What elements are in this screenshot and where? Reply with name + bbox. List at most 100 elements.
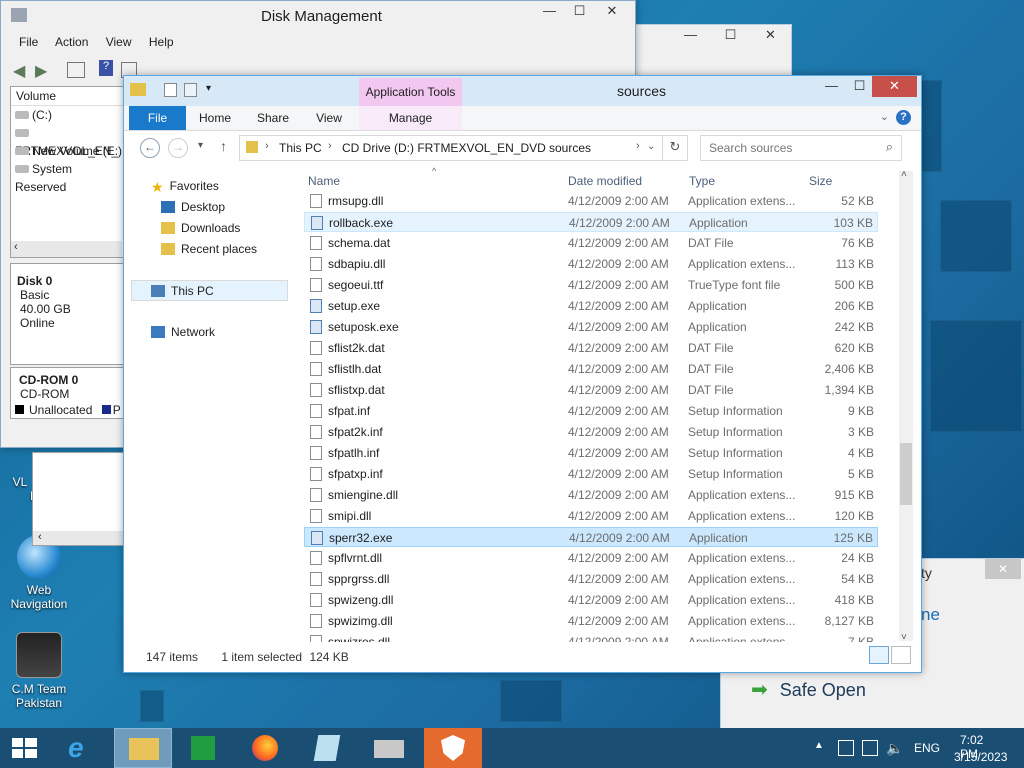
taskbar-disk-management[interactable] <box>360 728 418 768</box>
volume-item[interactable]: (C:) <box>11 106 124 124</box>
details-view-button[interactable] <box>869 646 889 664</box>
help-icon[interactable]: ? <box>896 110 911 125</box>
volume-item[interactable]: FRTMEXVOL_EN_ <box>11 124 124 158</box>
taskbar-notepad[interactable] <box>298 728 356 768</box>
scroll-left-icon[interactable]: ‹ <box>33 531 42 543</box>
forward-icon[interactable]: ▶ <box>35 61 47 81</box>
file-row[interactable]: spwizimg.dll 4/12/2009 2:00 AM Application… <box>304 611 878 631</box>
file-row[interactable]: sfpat2k.inf 4/12/2009 2:00 AM Setup Inform… <box>304 422 878 442</box>
file-row[interactable]: sperr32.exe 4/12/2009 2:00 AM Application 1… <box>304 527 878 547</box>
menu-file[interactable]: File <box>19 35 38 49</box>
volume-column-header[interactable]: Volume <box>11 87 124 106</box>
disk0-panel[interactable]: Disk 0 Basic 40.00 GB Online <box>10 263 125 365</box>
menu-action[interactable]: Action <box>55 35 88 49</box>
new-folder-quick-icon[interactable] <box>184 83 197 97</box>
network-icon[interactable] <box>862 740 878 756</box>
back-icon[interactable]: ◀ <box>13 61 25 81</box>
properties-icon[interactable] <box>67 62 85 78</box>
file-row[interactable]: segoeui.ttf 4/12/2009 2:00 AM TrueType fon… <box>304 275 878 295</box>
maximize-button[interactable]: ☐ <box>566 1 593 22</box>
file-row[interactable]: sdbapiu.dll 4/12/2009 2:00 AM Application … <box>304 254 878 274</box>
volume-item[interactable]: New Volume (E:) <box>11 142 124 160</box>
file-row[interactable]: spwizeng.dll 4/12/2009 2:00 AM Application… <box>304 590 878 610</box>
large-icons-view-button[interactable] <box>891 646 911 664</box>
tab-share[interactable]: Share <box>248 106 298 130</box>
taskbar-internet-explorer[interactable]: e <box>54 728 112 768</box>
file-row[interactable]: sfpat.inf 4/12/2009 2:00 AM Setup Informat… <box>304 401 878 421</box>
file-row[interactable]: smipi.dll 4/12/2009 2:00 AM Application ex… <box>304 506 878 526</box>
breadcrumb-cd-drive[interactable]: CD Drive (D:) FRTMEXVOL_EN_DVD <box>342 141 546 155</box>
column-type[interactable]: Type <box>689 174 715 188</box>
refresh-button[interactable]: ↻ <box>662 135 688 161</box>
nav-downloads[interactable]: Downloads <box>161 218 240 239</box>
taskbar-security-app[interactable] <box>424 728 482 768</box>
recent-locations-chevron-icon[interactable]: ▾ <box>198 140 203 151</box>
file-row[interactable]: rollback.exe 4/12/2009 2:00 AM Application… <box>304 212 878 232</box>
minimize-button[interactable]: — <box>536 1 563 22</box>
file-row[interactable]: spprgrss.dll 4/12/2009 2:00 AM Application… <box>304 569 878 589</box>
breadcrumb-this-pc[interactable]: This PC <box>279 141 322 155</box>
scroll-down-icon[interactable]: ˅ <box>901 632 907 643</box>
close-button[interactable]: ✕ <box>872 76 917 97</box>
menu-help[interactable]: Help <box>149 35 174 49</box>
file-row[interactable]: setuposk.exe 4/12/2009 2:00 AM Application… <box>304 317 878 337</box>
desktop-icon-cm-team[interactable]: C.M Team Pakistan <box>4 632 74 710</box>
maximize-button[interactable]: ☐ <box>717 25 744 46</box>
back-button[interactable]: ← <box>140 138 160 158</box>
scroll-thumb[interactable] <box>900 443 912 505</box>
volume-icon[interactable]: 🔈 <box>886 740 903 757</box>
file-row[interactable]: sflistlh.dat 4/12/2009 2:00 AM DAT File 2,4… <box>304 359 878 379</box>
properties-quick-icon[interactable] <box>164 83 177 97</box>
language-indicator[interactable]: ENG <box>914 741 940 755</box>
nav-this-pc[interactable]: This PC <box>131 280 288 301</box>
volume-item[interactable]: System Reserved <box>11 160 124 194</box>
nav-favorites[interactable]: ★ Favorites <box>151 176 219 197</box>
chevron-down-icon[interactable]: ▾ <box>206 83 211 94</box>
chevron-up-icon[interactable]: ▲ <box>814 740 824 751</box>
file-row[interactable]: rmsupg.dll 4/12/2009 2:00 AM Application e… <box>304 192 878 211</box>
breadcrumb-sources[interactable]: sources <box>549 141 591 155</box>
safe-open-button[interactable]: ➡ Safe Open <box>751 677 866 702</box>
close-button[interactable]: ✕ <box>757 25 784 46</box>
desktop-icon-web-navigation[interactable]: Web Navigation <box>4 535 74 611</box>
file-row[interactable]: setup.exe 4/12/2009 2:00 AM Application 206… <box>304 296 878 316</box>
file-row[interactable]: sflist2k.dat 4/12/2009 2:00 AM DAT File 620… <box>304 338 878 358</box>
file-row[interactable]: spflvrnt.dll 4/12/2009 2:00 AM Application… <box>304 548 878 568</box>
file-row[interactable]: sfpatxp.inf 4/12/2009 2:00 AM Setup Inform… <box>304 464 878 484</box>
search-box[interactable]: Search sources ⌕ <box>700 135 902 161</box>
nav-recent-places[interactable]: Recent places <box>161 239 257 260</box>
menu-view[interactable]: View <box>106 35 132 49</box>
start-button[interactable] <box>0 728 50 768</box>
minimize-button[interactable]: — <box>818 76 845 97</box>
close-button[interactable]: ✕ <box>985 559 1021 579</box>
taskbar-store[interactable] <box>174 728 232 768</box>
close-button[interactable]: ✕ <box>591 1 633 22</box>
chevron-down-icon[interactable]: ⌄ <box>647 141 655 152</box>
tab-view[interactable]: View <box>304 106 354 130</box>
horizontal-scrollbar[interactable]: ‹ <box>11 241 122 257</box>
file-row[interactable]: smiengine.dll 4/12/2009 2:00 AM Applicatio… <box>304 485 878 505</box>
column-name[interactable]: Name <box>308 174 340 188</box>
action-center-icon[interactable] <box>838 740 854 756</box>
scroll-up-icon[interactable]: ˄ <box>901 169 907 180</box>
clock-date[interactable]: 3/15/2023 <box>954 750 1007 764</box>
vertical-scrollbar[interactable]: ˄ ˅ <box>899 169 913 643</box>
up-button[interactable]: ↑ <box>220 138 227 154</box>
scroll-left-icon[interactable]: ‹ <box>14 241 18 253</box>
chevron-down-icon[interactable]: ⌄ <box>880 110 889 123</box>
file-row[interactable]: spwizres.dll 4/12/2009 2:00 AM Application… <box>304 632 878 642</box>
minimize-button[interactable]: — <box>677 25 704 46</box>
nav-desktop[interactable]: Desktop <box>161 197 225 218</box>
help-icon[interactable]: ? <box>99 60 113 76</box>
column-date-modified[interactable]: Date modified <box>568 174 642 188</box>
file-row[interactable]: sfpatlh.inf 4/12/2009 2:00 AM Setup Inform… <box>304 443 878 463</box>
forward-button[interactable]: → <box>168 138 188 158</box>
taskbar-file-explorer[interactable] <box>114 728 172 768</box>
file-row[interactable]: sflistxp.dat 4/12/2009 2:00 AM DAT File 1,3… <box>304 380 878 400</box>
nav-network[interactable]: Network <box>151 322 215 343</box>
horizontal-scrollbar[interactable]: ‹ <box>33 531 123 545</box>
column-size[interactable]: Size <box>809 174 832 188</box>
file-row[interactable]: schema.dat 4/12/2009 2:00 AM DAT File 76 KB <box>304 233 878 253</box>
tab-home[interactable]: Home <box>192 106 238 130</box>
tab-manage[interactable]: Manage <box>359 106 462 130</box>
